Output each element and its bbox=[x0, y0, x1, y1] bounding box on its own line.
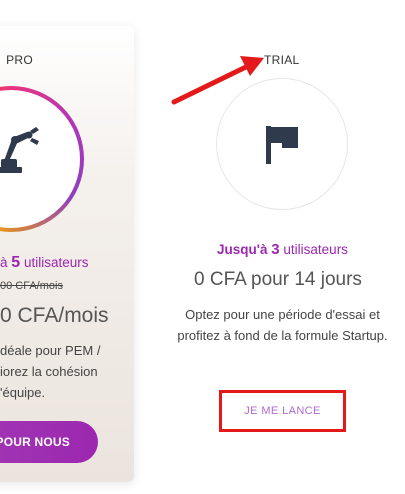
trial-plan-price: 0 CFA pour 14 jours bbox=[194, 269, 362, 290]
flag-icon bbox=[266, 126, 298, 164]
pro-plan-title: PRO bbox=[6, 53, 33, 67]
pro-desc-line: déale pour PEM / bbox=[0, 343, 101, 358]
pro-plan-description: déale pour PEM / iorez la cohésion 'équi… bbox=[0, 340, 100, 403]
pro-desc-line: iorez la cohésion bbox=[0, 364, 98, 379]
pro-desc-line: 'équipe. bbox=[0, 385, 46, 400]
trial-users-prefix: Jusqu'à bbox=[217, 242, 268, 257]
pro-plan-price: 0 CFA/mois bbox=[0, 304, 109, 327]
annotation-arrow-icon bbox=[171, 56, 264, 105]
robot-arm-icon bbox=[0, 127, 39, 173]
pro-plan-button[interactable]: POUR NOUS bbox=[0, 421, 98, 463]
trial-plan-description: Optez pour une période d'essai et profit… bbox=[177, 307, 388, 343]
trial-users-count: 3 bbox=[271, 241, 280, 258]
trial-start-button[interactable]: JE ME LANCE bbox=[219, 390, 346, 432]
pro-plan-old-price: 00 CFA/mois bbox=[0, 280, 63, 292]
pricing-section: PRO à 5 utilisateurs 00 CFA/mois 0 CFA/m… bbox=[0, 0, 405, 494]
trial-users-suffix: utilisateurs bbox=[283, 242, 348, 257]
trial-plan-users: Jusqu'à 3 utilisateurs bbox=[0, 241, 405, 258]
